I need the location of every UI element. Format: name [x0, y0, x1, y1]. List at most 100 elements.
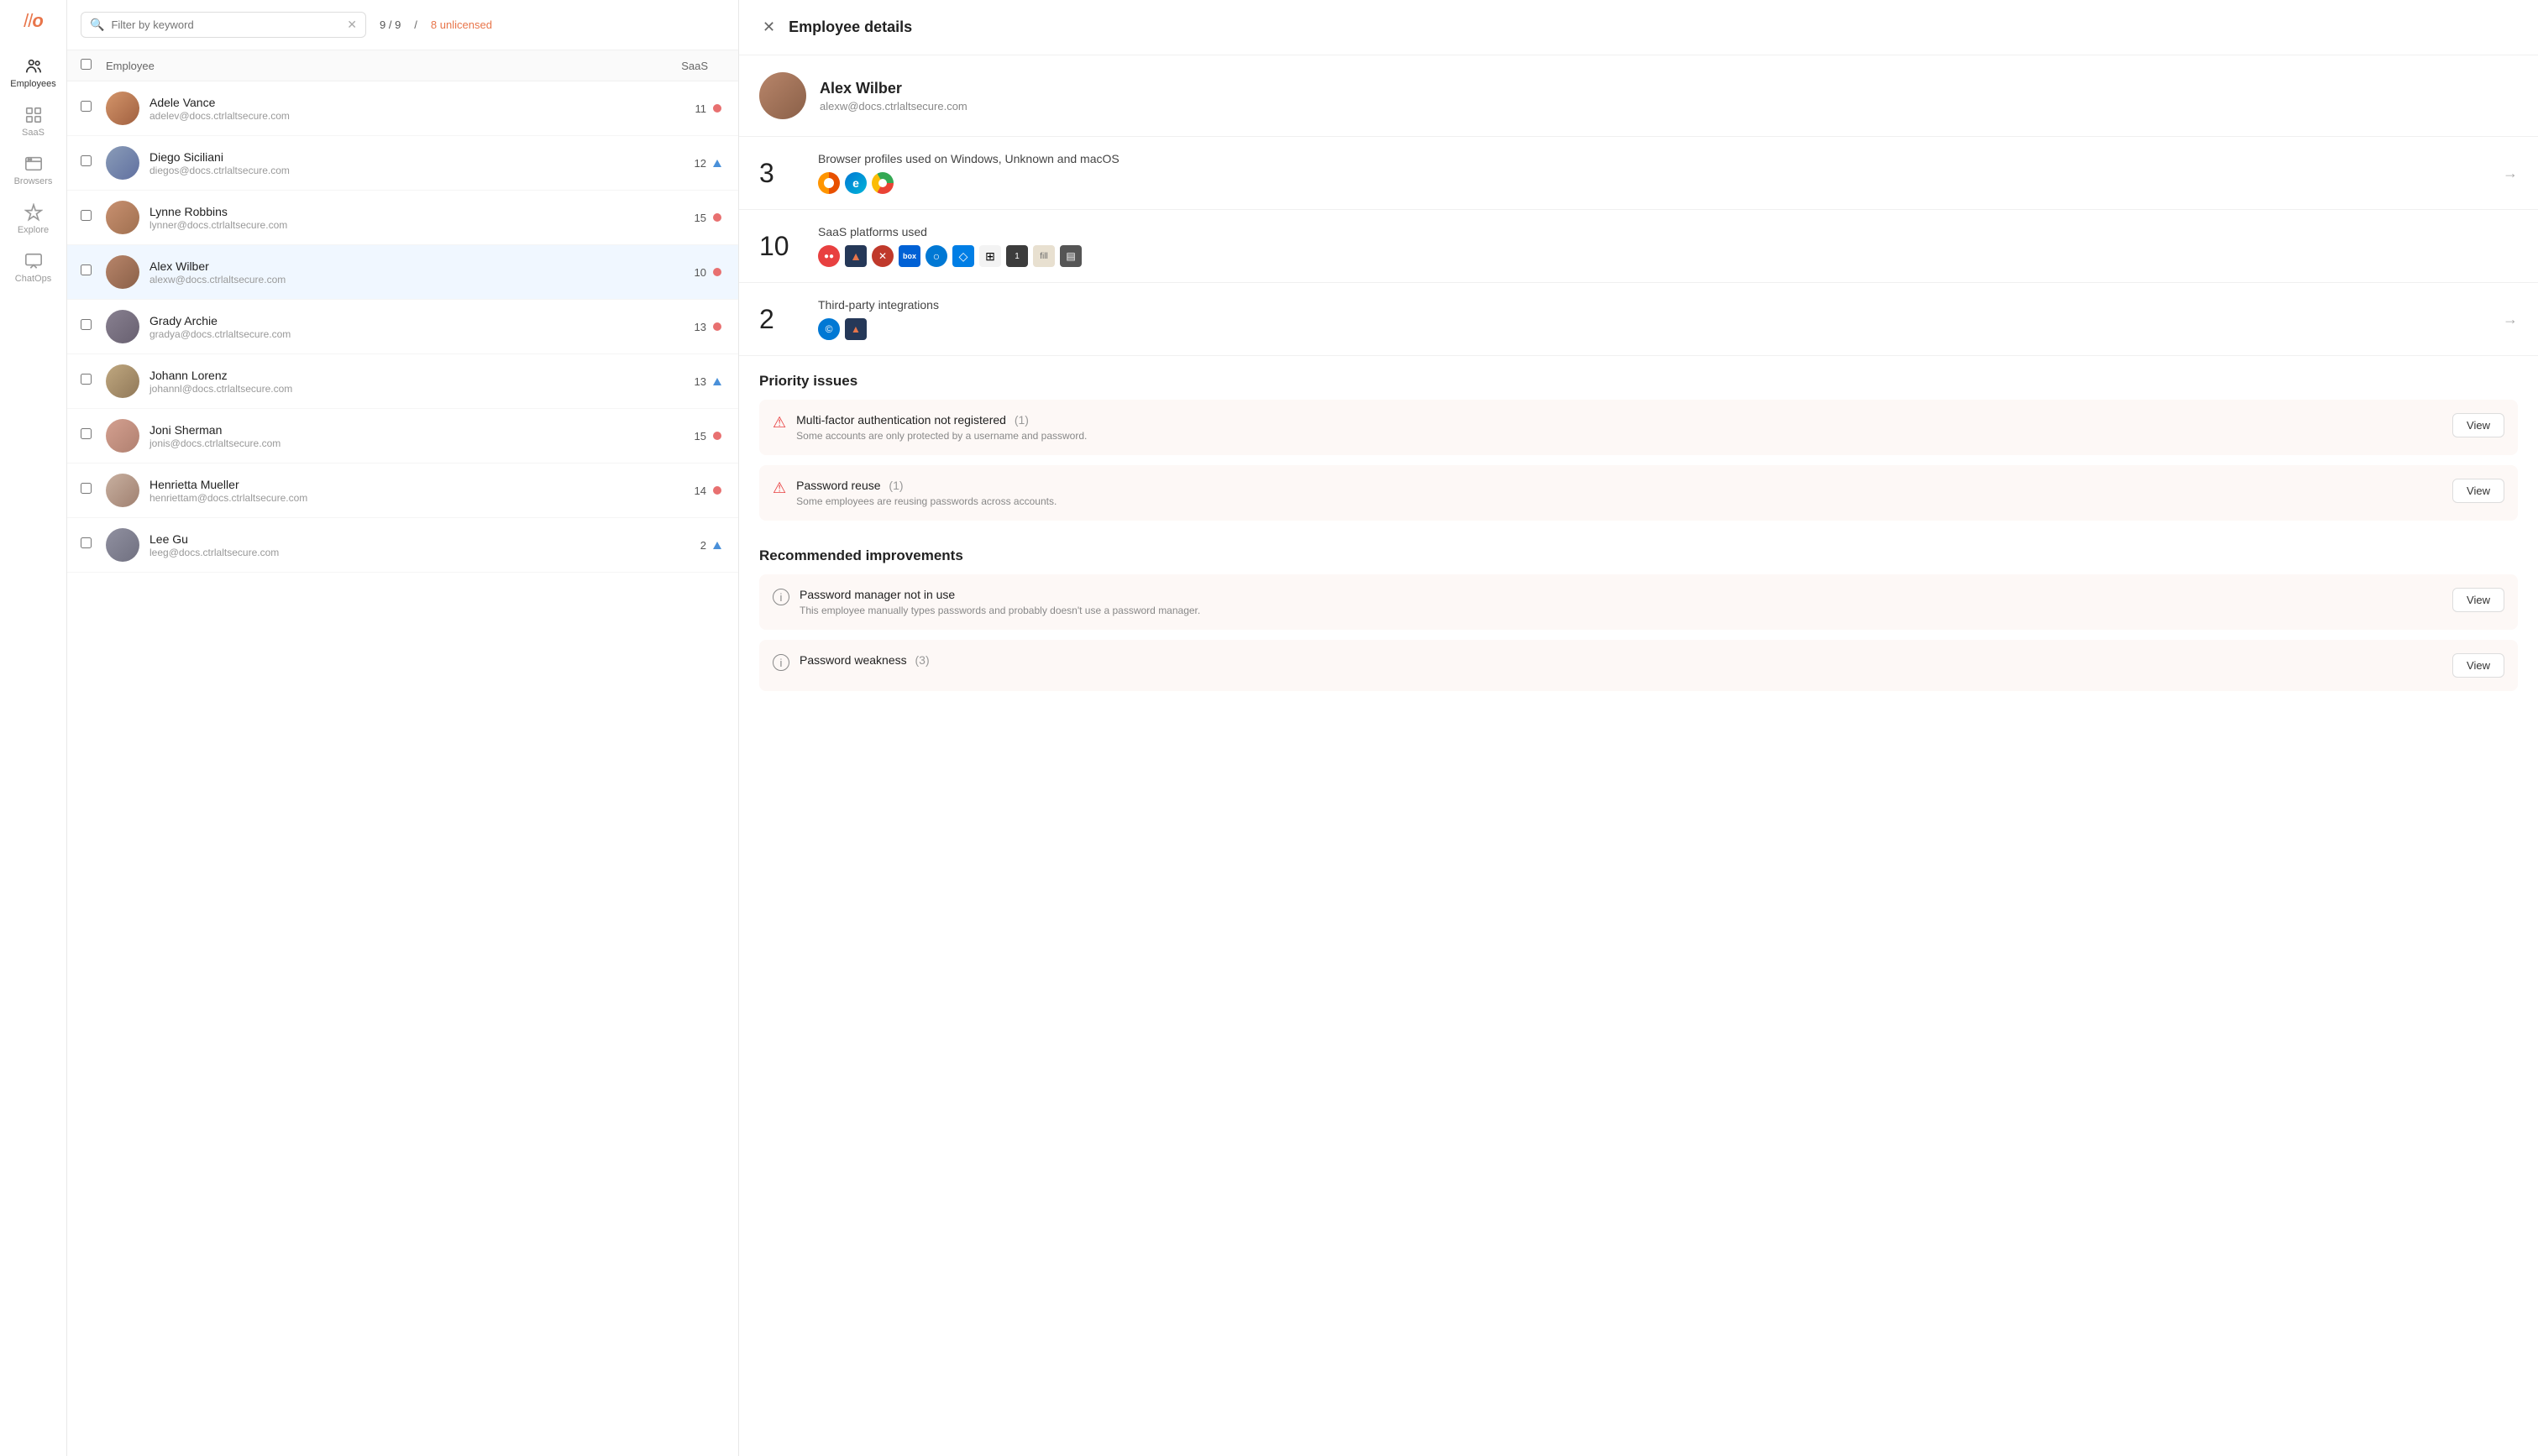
employee-saas: 2: [658, 539, 725, 552]
close-button[interactable]: ✕: [759, 15, 779, 39]
browsers-count: 3: [759, 158, 801, 189]
employee-info: Lee Gu leeg@docs.ctrlaltsecure.com: [149, 532, 658, 558]
risk-indicator: [713, 486, 721, 495]
table-row[interactable]: Adele Vance adelev@docs.ctrlaltsecure.co…: [67, 81, 738, 136]
select-all-checkbox[interactable]: [81, 59, 92, 70]
employee-name: Lynne Robbins: [149, 205, 658, 218]
table-row[interactable]: Grady Archie gradya@docs.ctrlaltsecure.c…: [67, 300, 738, 354]
browsers-stat[interactable]: 3 Browser profiles used on Windows, Unkn…: [739, 137, 2538, 210]
employee-saas: 11: [658, 102, 725, 115]
integrations-stat[interactable]: 2 Third-party integrations © ▲ →: [739, 283, 2538, 356]
info-icon: i: [773, 589, 789, 605]
avatar: [106, 474, 139, 507]
warning-icon: ⚠: [773, 479, 786, 497]
table-row[interactable]: Alex Wilber alexw@docs.ctrlaltsecure.com…: [67, 245, 738, 300]
employee-email: henriettam@docs.ctrlaltsecure.com: [149, 492, 658, 504]
issue-title: Password manager not in use: [800, 588, 2442, 601]
password-weakness-view-button[interactable]: View: [2452, 653, 2504, 678]
sidebar-item-explore[interactable]: Explore: [0, 195, 66, 244]
sidebar: //o Employees SaaS Browsers: [0, 0, 67, 1456]
search-input[interactable]: [111, 18, 340, 31]
employee-count: 9 / 9: [380, 18, 401, 31]
table-row[interactable]: Johann Lorenz johannl@docs.ctrlaltsecure…: [67, 354, 738, 409]
saas-icon-8: 1: [1006, 245, 1028, 267]
employee-info: Grady Archie gradya@docs.ctrlaltsecure.c…: [149, 314, 658, 340]
browsers-label: Browser profiles used on Windows, Unknow…: [818, 152, 2486, 165]
employee-info: Alex Wilber alexw@docs.ctrlaltsecure.com: [149, 259, 658, 285]
saas-icon-7: ⊞: [979, 245, 1001, 267]
mfa-view-button[interactable]: View: [2452, 413, 2504, 437]
row-checkbox[interactable]: [81, 155, 92, 166]
employee-info: Adele Vance adelev@docs.ctrlaltsecure.co…: [149, 96, 658, 122]
issue-content: Multi-factor authentication not register…: [796, 413, 2442, 442]
table-row[interactable]: Lee Gu leeg@docs.ctrlaltsecure.com 2: [67, 518, 738, 573]
table-row[interactable]: Henrietta Mueller henriettam@docs.ctrlal…: [67, 464, 738, 518]
employee-info: Johann Lorenz johannl@docs.ctrlaltsecure…: [149, 369, 658, 395]
risk-indicator: [713, 542, 721, 549]
table-row[interactable]: Lynne Robbins lynner@docs.ctrlaltsecure.…: [67, 191, 738, 245]
sidebar-item-employees[interactable]: Employees: [0, 49, 66, 97]
table-row[interactable]: Diego Siciliani diegos@docs.ctrlaltsecur…: [67, 136, 738, 191]
employee-email: lynner@docs.ctrlaltsecure.com: [149, 219, 658, 231]
saas-count: 13: [695, 375, 706, 388]
issue-title: Password reuse (1): [796, 479, 2442, 492]
search-box[interactable]: 🔍 ✕: [81, 12, 366, 38]
saas-count: 11: [695, 102, 707, 115]
employee-list-panel: 🔍 ✕ 9 / 9 / 8 unlicensed Employee SaaS A…: [67, 0, 739, 1456]
employee-name: Henrietta Mueller: [149, 478, 658, 491]
avatar: [106, 201, 139, 234]
issue-content: Password manager not in use This employe…: [800, 588, 2442, 616]
row-checkbox[interactable]: [81, 101, 92, 112]
saas-icon-6: ◇: [952, 245, 974, 267]
issue-count: (1): [1015, 413, 1029, 427]
employee-name: Johann Lorenz: [149, 369, 658, 382]
risk-indicator: [713, 104, 721, 113]
saas-icon-5: ○: [926, 245, 947, 267]
row-checkbox[interactable]: [81, 537, 92, 548]
employee-info: Diego Siciliani diegos@docs.ctrlaltsecur…: [149, 150, 658, 176]
profile-info: Alex Wilber alexw@docs.ctrlaltsecure.com: [820, 80, 967, 113]
saas-content: SaaS platforms used ●● ▲ ✕ box: [818, 225, 2518, 267]
avatar: [106, 364, 139, 398]
employee-name: Diego Siciliani: [149, 150, 658, 164]
app-logo: //o: [24, 10, 43, 32]
browsers-nav-icon: [24, 155, 43, 173]
integrations-label: Third-party integrations: [818, 298, 2486, 312]
table-row[interactable]: Joni Sherman jonis@docs.ctrlaltsecure.co…: [67, 409, 738, 464]
row-checkbox[interactable]: [81, 264, 92, 275]
browsers-arrow: →: [2503, 165, 2518, 182]
saas-icon-2: ▲: [845, 245, 867, 267]
sidebar-item-chatops[interactable]: ChatOps: [0, 244, 66, 292]
saas-stat[interactable]: 10 SaaS platforms used ●● ▲ ✕ box: [739, 210, 2538, 283]
row-checkbox[interactable]: [81, 374, 92, 385]
header-check[interactable]: [81, 59, 106, 72]
employee-info: Lynne Robbins lynner@docs.ctrlaltsecure.…: [149, 205, 658, 231]
recommended-section-title: Recommended improvements: [739, 531, 2538, 574]
saas-count: 10: [695, 266, 706, 279]
row-checkbox[interactable]: [81, 210, 92, 221]
chatops-nav-icon: [24, 252, 43, 270]
header-saas: SaaS: [658, 60, 725, 72]
row-checkbox[interactable]: [81, 319, 92, 330]
password-reuse-view-button[interactable]: View: [2452, 479, 2504, 503]
employee-saas: 13: [658, 375, 725, 388]
clear-search-icon[interactable]: ✕: [347, 18, 357, 32]
employee-info: Henrietta Mueller henriettam@docs.ctrlal…: [149, 478, 658, 504]
profile-name: Alex Wilber: [820, 80, 967, 97]
row-checkbox[interactable]: [81, 483, 92, 494]
browsers-icons: e: [818, 172, 2486, 194]
password-weakness-card: i Password weakness (3) View: [759, 640, 2518, 691]
employee-name: Alex Wilber: [149, 259, 658, 273]
detail-header: ✕ Employee details: [739, 0, 2538, 55]
avatar: [106, 92, 139, 125]
row-checkbox[interactable]: [81, 428, 92, 439]
sidebar-item-saas[interactable]: SaaS: [0, 97, 66, 146]
employee-email: diegos@docs.ctrlaltsecure.com: [149, 165, 658, 176]
password-manager-view-button[interactable]: View: [2452, 588, 2504, 612]
employee-name: Lee Gu: [149, 532, 658, 546]
employee-email: gradya@docs.ctrlaltsecure.com: [149, 328, 658, 340]
avatar: [106, 146, 139, 180]
sidebar-item-browsers[interactable]: Browsers: [0, 146, 66, 195]
employee-email: johannl@docs.ctrlaltsecure.com: [149, 383, 658, 395]
saas-icon-9: fill: [1033, 245, 1055, 267]
